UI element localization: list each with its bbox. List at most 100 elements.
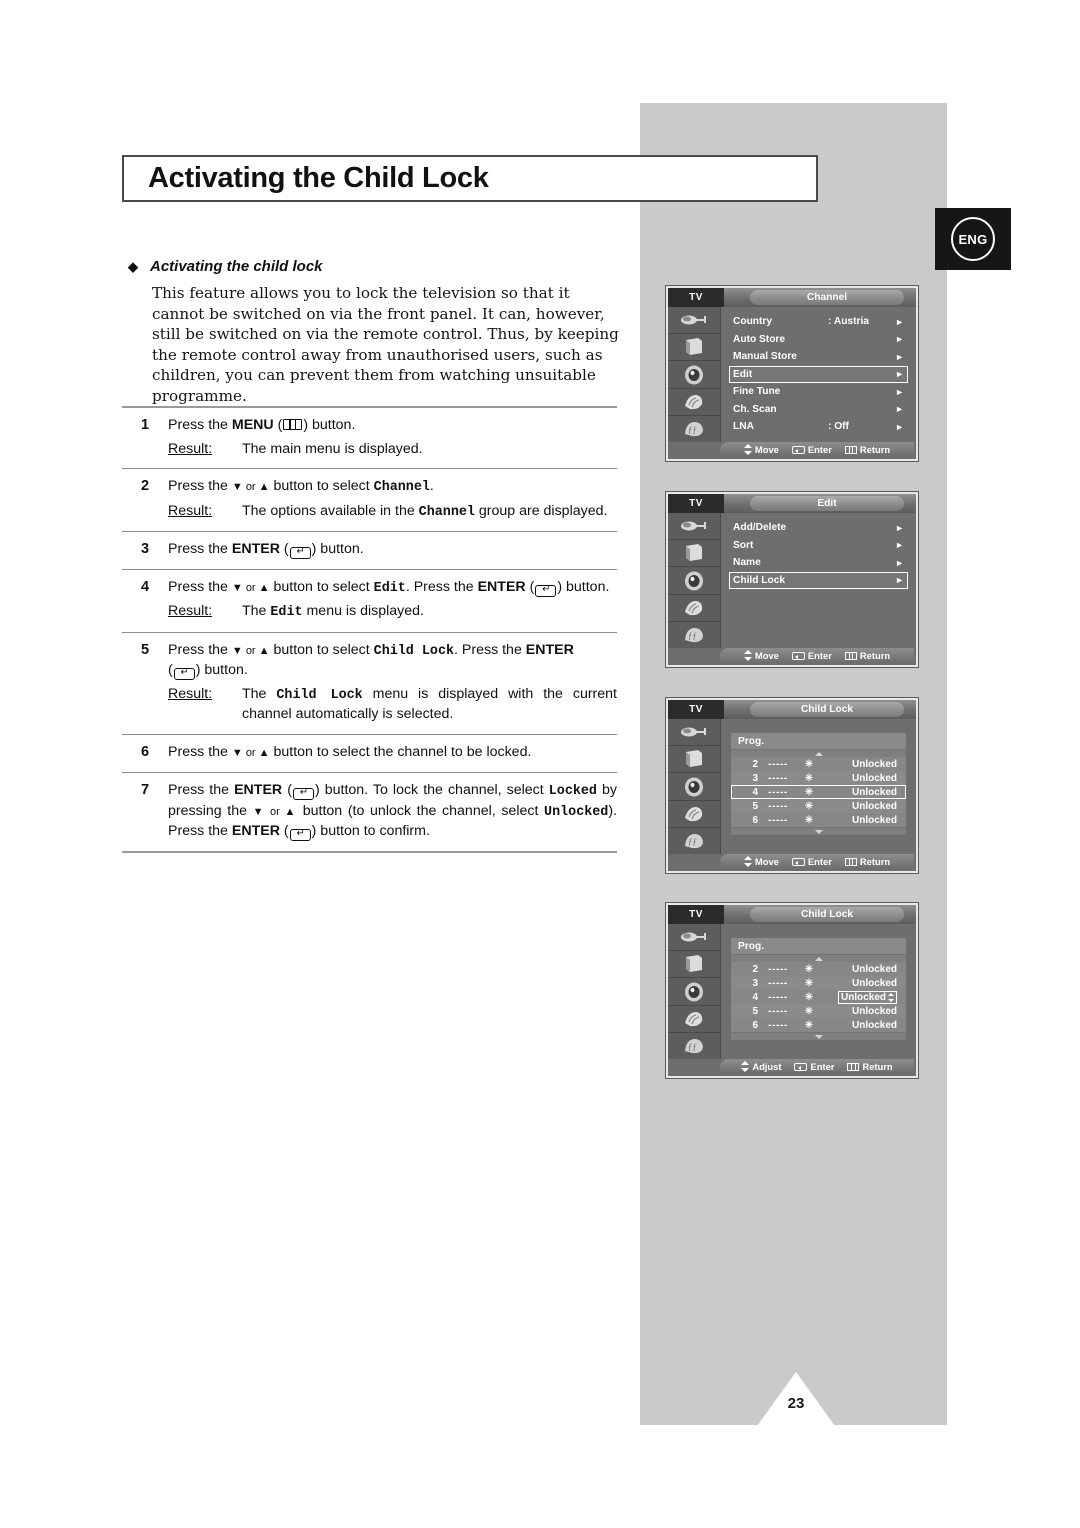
text-fragment: button to select bbox=[269, 578, 374, 595]
osd-menu-list: Add/Delete ► Sort ► Name ► Child Lock ► bbox=[721, 513, 916, 648]
setup-icon[interactable]: ƒƒ bbox=[668, 1033, 720, 1059]
menu-icon bbox=[844, 857, 857, 866]
footer-return: Return bbox=[844, 444, 891, 455]
osd-row[interactable]: Fine Tune ► bbox=[729, 383, 908, 401]
step-instruction: Press the ENTER (↵) button. To lock the … bbox=[168, 782, 618, 841]
text-fragment: ) button. bbox=[557, 578, 610, 595]
enter-button-name: ENTER bbox=[477, 578, 526, 595]
osd-row[interactable]: Add/Delete ► bbox=[729, 519, 908, 537]
scroll-up-icon[interactable] bbox=[731, 954, 906, 962]
step-5: 5 Press the ▼ or ▲ button to select Chil… bbox=[122, 633, 617, 734]
table-row[interactable]: 6 ----- ✳ Unlocked bbox=[731, 1018, 906, 1032]
osd-row[interactable]: LNA: Off ► bbox=[729, 418, 908, 436]
picture-icon[interactable] bbox=[668, 540, 720, 568]
osd-childlock-table: Prog. 2 ----- ✳ Unlocked 3 ----- ✳ Unlocked 4-… bbox=[721, 924, 916, 1059]
table-row[interactable]: 4 ----- ✳ Unlocked bbox=[731, 990, 906, 1004]
text-fragment: Press the bbox=[168, 782, 235, 798]
channel-name: ----- bbox=[768, 1005, 788, 1017]
table-row[interactable]: 6 ----- ✳ Unlocked bbox=[731, 813, 906, 827]
picture-icon[interactable] bbox=[668, 746, 720, 774]
updown-arrow-icon bbox=[743, 856, 752, 867]
sound-icon[interactable] bbox=[668, 567, 720, 595]
lock-state: Unlocked bbox=[840, 991, 886, 1003]
table-row[interactable]: 5 ----- ✳ Unlocked bbox=[731, 1004, 906, 1018]
osd-row[interactable]: Sort ► bbox=[729, 537, 908, 555]
osd-titlebar: TV Child Lock bbox=[668, 905, 916, 924]
lock-state-editing[interactable]: Unlocked bbox=[820, 990, 901, 1004]
lock-state: Unlocked bbox=[851, 1019, 897, 1031]
setup-icon[interactable]: ƒƒ bbox=[668, 416, 720, 442]
osd-row-label: Sort bbox=[733, 539, 754, 551]
page-number: 23 bbox=[787, 1395, 805, 1412]
table-row[interactable]: 2 ----- ✳ Unlocked bbox=[731, 757, 906, 771]
osd-title: Child Lock bbox=[750, 702, 904, 717]
sound-icon[interactable] bbox=[668, 978, 720, 1006]
input-source-icon[interactable] bbox=[668, 924, 720, 952]
footer-move: Move bbox=[743, 444, 779, 455]
picture-icon[interactable] bbox=[668, 951, 720, 979]
section-body: This feature allows you to lock the tele… bbox=[152, 284, 619, 405]
osd-row[interactable]: Name ► bbox=[729, 554, 908, 572]
footer-enter-label: Enter bbox=[807, 650, 832, 661]
osd-icon-sidebar: ƒƒ bbox=[668, 307, 721, 442]
table-row-selected[interactable]: 4 ----- ✳ Unlocked bbox=[731, 785, 906, 799]
osd-icon-sidebar: ƒƒ bbox=[668, 924, 721, 1059]
footer-adjust-label: Adjust bbox=[752, 1061, 782, 1072]
step-3: 3 Press the ENTER (↵) button. bbox=[122, 532, 617, 569]
target-menu-name: Edit bbox=[373, 580, 406, 596]
setup-icon[interactable]: ƒƒ bbox=[668, 828, 720, 854]
feature-icon[interactable] bbox=[668, 595, 720, 622]
table-row[interactable]: 3 ----- ✳ Unlocked bbox=[731, 771, 906, 785]
sound-icon[interactable] bbox=[668, 361, 720, 389]
asterisk-icon: ✳ bbox=[804, 814, 814, 826]
lock-state: Unlocked bbox=[851, 977, 897, 989]
feature-icon[interactable] bbox=[668, 389, 720, 416]
table-row[interactable]: 5 ----- ✳ Unlocked bbox=[731, 799, 906, 813]
osd-row-label: Country bbox=[733, 316, 773, 328]
osd-row[interactable]: Manual Store ► bbox=[729, 348, 908, 366]
footer-return-label: Return bbox=[859, 856, 891, 867]
text-fragment: menu is displayed. bbox=[302, 603, 424, 619]
result-label: Result: bbox=[168, 502, 213, 519]
feature-icon[interactable] bbox=[668, 801, 720, 828]
osd-row[interactable]: Auto Store ► bbox=[729, 331, 908, 349]
menu-icon bbox=[847, 1062, 860, 1071]
osd-screenshot-childlock-row: TV Child Lock ƒƒ Prog. 2 ----- ✳ Unlocked 3… bbox=[666, 698, 918, 873]
enter-button-name: ENTER bbox=[234, 782, 283, 798]
table-row[interactable]: 2 ----- ✳ Unlocked bbox=[731, 962, 906, 976]
asterisk-icon: ✳ bbox=[804, 1005, 814, 1017]
sound-icon[interactable] bbox=[668, 773, 720, 801]
scroll-up-icon[interactable] bbox=[731, 749, 906, 757]
osd-row-label: Name bbox=[733, 557, 761, 569]
text-fragment: ( bbox=[273, 417, 283, 433]
menu-button-name: MENU bbox=[231, 417, 274, 433]
osd-menu-list: Country: Austria ► Auto Store ► Manual Sto… bbox=[721, 307, 916, 442]
step-number: 1 bbox=[140, 417, 150, 433]
channel-name: ----- bbox=[768, 786, 788, 798]
manual-page: ENG Activating the Child Lock ◆ Activati… bbox=[0, 0, 1080, 1528]
step-instruction: Press the MENU () button. bbox=[168, 416, 617, 436]
footer-move-label: Move bbox=[754, 856, 779, 867]
input-source-icon[interactable] bbox=[668, 307, 720, 335]
picture-icon[interactable] bbox=[668, 334, 720, 362]
footer-enter: Enter bbox=[791, 650, 832, 661]
step-instruction: Press the ENTER (↵) button. bbox=[168, 540, 617, 560]
scroll-down-icon[interactable] bbox=[731, 827, 906, 835]
osd-row-label: Ch. Scan bbox=[733, 403, 777, 415]
osd-row-selected[interactable]: Edit ► bbox=[729, 365, 908, 383]
footer-return-label: Return bbox=[859, 444, 891, 455]
scroll-down-icon[interactable] bbox=[731, 1032, 906, 1040]
text-fragment: ) button to confirm. bbox=[311, 823, 430, 839]
text-fragment: Press the bbox=[168, 417, 232, 433]
feature-icon[interactable] bbox=[668, 1006, 720, 1033]
osd-row-selected[interactable]: Child Lock ► bbox=[729, 571, 908, 589]
target-menu-name: Child Lock bbox=[276, 687, 363, 703]
step-number: 5 bbox=[140, 641, 150, 658]
osd-row[interactable]: Ch. Scan ► bbox=[729, 401, 908, 419]
osd-row[interactable]: Country: Austria ► bbox=[729, 313, 908, 331]
setup-icon[interactable]: ƒƒ bbox=[668, 622, 720, 648]
table-row[interactable]: 3 ----- ✳ Unlocked bbox=[731, 976, 906, 990]
input-source-icon[interactable] bbox=[668, 719, 720, 747]
input-source-icon[interactable] bbox=[668, 513, 720, 541]
table-header-prog: Prog. bbox=[731, 733, 906, 749]
